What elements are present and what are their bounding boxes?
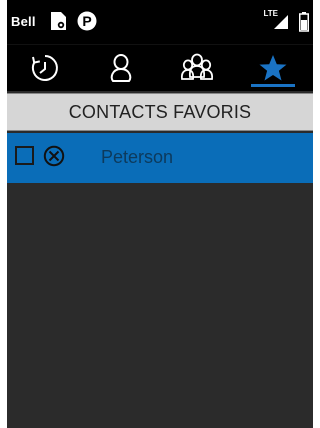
remove-icon[interactable]: [43, 145, 65, 172]
groups-icon: [180, 53, 214, 80]
recent-calls-icon: [31, 55, 58, 81]
tab-bar: [7, 44, 313, 91]
tab-contacts[interactable]: [83, 45, 159, 91]
tab-favorites[interactable]: [235, 45, 311, 91]
carrier-label: Bell: [11, 14, 36, 29]
section-title: CONTACTS FAVORIS: [68, 101, 252, 122]
svg-text:P: P: [82, 13, 91, 29]
tab-groups[interactable]: [159, 45, 235, 91]
contact-name: Peterson: [101, 147, 174, 167]
sim-card-icon: [48, 11, 68, 36]
battery-icon: [299, 12, 309, 37]
contact-icon: [110, 54, 132, 82]
list-item[interactable]: Peterson: [7, 131, 313, 183]
status-bar: Bell P LTE: [7, 0, 313, 44]
phone-screen: Bell P LTE CONTACTS FAVORIS Peterson: [7, 0, 313, 428]
star-icon: [259, 55, 287, 81]
parking-icon: P: [77, 11, 97, 36]
section-header: CONTACTS FAVORIS: [7, 93, 313, 131]
signal-icon: [273, 14, 289, 35]
tab-recent-calls[interactable]: [7, 45, 83, 91]
select-checkbox[interactable]: [15, 146, 34, 165]
